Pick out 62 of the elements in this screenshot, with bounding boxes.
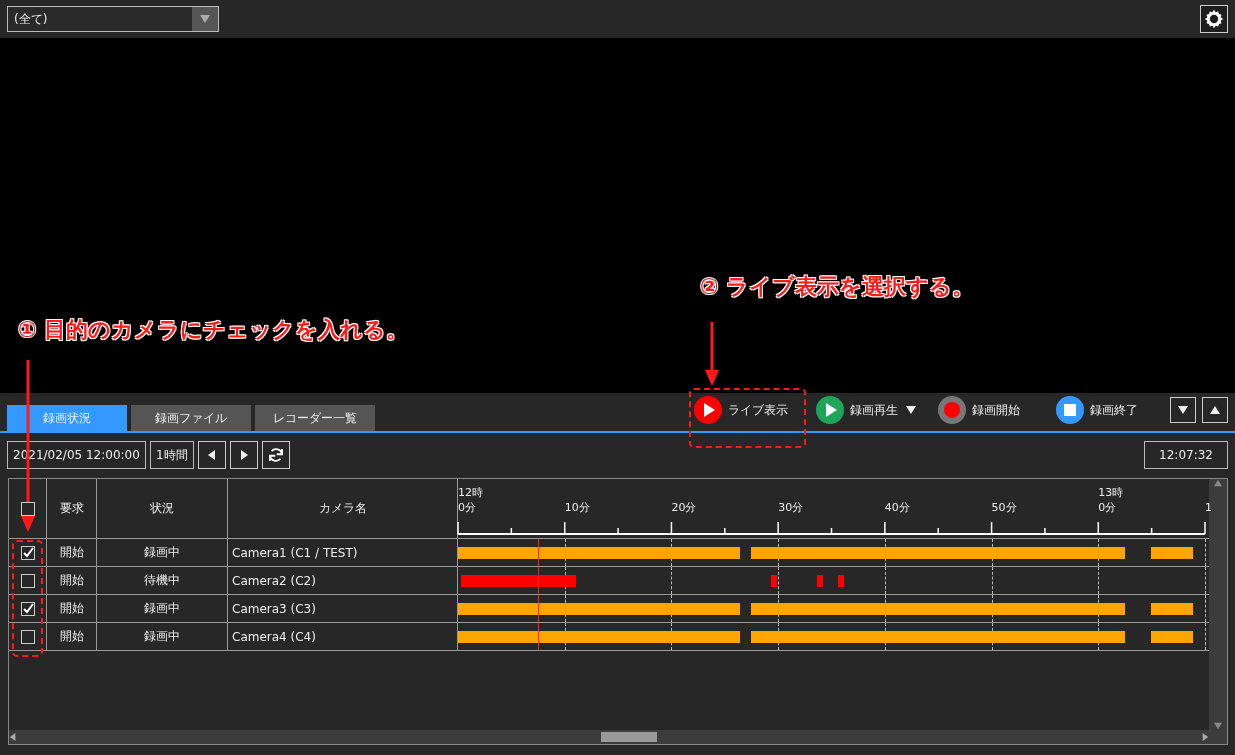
next-button[interactable] (229, 441, 258, 469)
hour-label: 13時 (1098, 486, 1124, 499)
time-span-field[interactable]: 1時間 (149, 441, 194, 469)
action-button[interactable]: ライブ表示 (694, 396, 788, 424)
expand-button[interactable] (1202, 397, 1228, 423)
dropdown-caret-icon (906, 405, 916, 415)
column-header: 状況 (97, 479, 228, 538)
left-icon (206, 450, 217, 460)
checkbox[interactable] (20, 545, 35, 560)
refresh-icon (266, 446, 285, 464)
right-icon (238, 450, 249, 460)
annotation-arrow (705, 322, 719, 386)
down-icon (1178, 405, 1188, 415)
vertical-scrollbar[interactable] (1209, 479, 1227, 730)
previous-button[interactable] (197, 441, 226, 469)
minute-label: 10分 (564, 501, 590, 514)
up-icon (1210, 405, 1220, 415)
minute-label: 40分 (884, 501, 910, 514)
action-button[interactable]: 録画開始 (938, 396, 1020, 424)
record-icon (938, 396, 966, 424)
checkbox[interactable] (20, 501, 35, 516)
annotation-text: ② ライブ表示を選択する。 (700, 273, 975, 301)
action-button[interactable]: 録画再生 (816, 396, 898, 424)
scroll-left-icon (9, 733, 17, 741)
checkbox[interactable] (20, 573, 35, 588)
table-cell: 開始 (47, 623, 97, 650)
tab[interactable]: 録画ファイル (131, 405, 251, 431)
minute-label: 50分 (991, 501, 1017, 514)
clock-field: 12:07:32 (1144, 441, 1228, 469)
checkbox[interactable] (20, 629, 35, 644)
table-cell: 待機中 (97, 567, 228, 594)
column-header: 要求 (47, 479, 97, 538)
tab[interactable]: レコーダー一覧 (255, 405, 375, 431)
hour-label: 12時 (458, 486, 483, 499)
minute-label: 0分 (1098, 501, 1117, 514)
play-icon (694, 396, 722, 424)
refresh-button[interactable] (261, 441, 290, 469)
table-cell: 開始 (47, 595, 97, 622)
minute-label: 1 (1205, 501, 1212, 514)
stop-icon (1056, 396, 1084, 424)
scroll-up-icon (1214, 479, 1222, 487)
camera-group-dropdown[interactable]: (全て) (7, 6, 219, 32)
table-cell: 開始 (47, 539, 97, 566)
scroll-thumb[interactable] (601, 732, 657, 742)
minute-label: 30分 (778, 501, 804, 514)
annotation-text: ① 目的のカメラにチェックを入れる。 (18, 316, 409, 344)
table-cell: Camera2 (C2) (228, 567, 458, 594)
minute-label: 20分 (671, 501, 697, 514)
column-header: カメラ名 (228, 479, 458, 538)
collapse-button[interactable] (1170, 397, 1196, 423)
minute-label: 0分 (458, 501, 476, 514)
checkbox[interactable] (20, 601, 35, 616)
table-cell: 録画中 (97, 623, 228, 650)
dropdown-caret-icon (200, 14, 210, 24)
horizontal-scrollbar[interactable] (9, 730, 1209, 744)
table-cell: 録画中 (97, 539, 228, 566)
table-cell: 開始 (47, 567, 97, 594)
action-button[interactable]: 録画終了 (1056, 396, 1138, 424)
settings-button[interactable] (1200, 5, 1228, 33)
scroll-right-icon (1201, 733, 1209, 741)
table-cell: 録画中 (97, 595, 228, 622)
play-icon (816, 396, 844, 424)
